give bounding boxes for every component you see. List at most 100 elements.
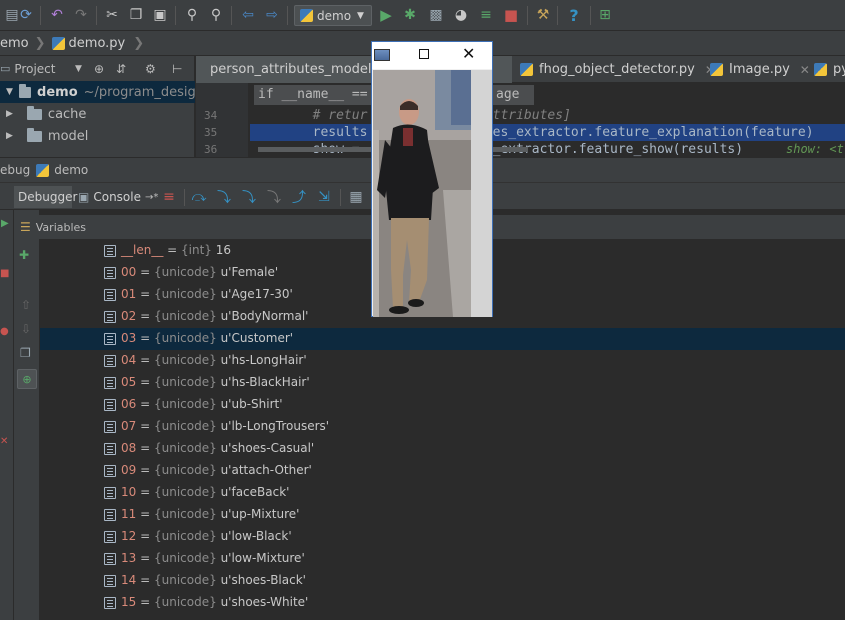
move-up-icon[interactable]: ⇧ — [21, 298, 31, 312]
variable-row[interactable]: 11 = {unicode} u'up-Mixture' — [40, 504, 845, 526]
mute-breakpoints-icon[interactable]: ✕ — [0, 436, 8, 447]
tab-console[interactable]: ▣ Console →* — [78, 186, 158, 208]
variable-row[interactable]: 06 = {unicode} u'ub-Shirt' — [40, 394, 845, 416]
variable-type: {unicode} — [153, 353, 217, 367]
toolbar-separator — [557, 6, 558, 25]
variable-row[interactable]: 05 = {unicode} u'hs-BlackHair' — [40, 372, 845, 394]
step-into-icon[interactable]: ⤵ — [215, 188, 233, 206]
variable-row[interactable]: 10 = {unicode} u'faceBack' — [40, 482, 845, 504]
force-step-into-icon[interactable]: ⤵ — [265, 188, 283, 206]
variable-row[interactable]: 09 = {unicode} u'attach-Other' — [40, 460, 845, 482]
image-preview-window[interactable]: ✕ — [371, 41, 493, 317]
step-over-icon[interactable]: ⤼ — [190, 188, 208, 206]
hide-panel-icon[interactable]: ⊢ — [172, 62, 182, 76]
toolbar-separator — [40, 6, 41, 25]
stop-icon[interactable]: ■ — [502, 6, 520, 24]
variable-value: u'Female' — [220, 265, 279, 279]
equals-sign: = — [136, 265, 154, 279]
variable-name: 04 — [121, 353, 137, 367]
variable-value: u'up-Mixture' — [220, 507, 300, 521]
concurrency-icon[interactable]: ≡ — [477, 6, 495, 24]
tree-item-cache[interactable]: ▶ cache — [0, 103, 195, 125]
breadcrumb-file[interactable]: demo.py — [69, 36, 126, 51]
show-watches-icon[interactable]: ⊕ — [17, 369, 37, 389]
copy-icon[interactable]: ❐ — [127, 6, 145, 24]
variable-row[interactable]: 07 = {unicode} u'lb-LongTrousers' — [40, 416, 845, 438]
new-watch-icon[interactable]: ✚ — [19, 248, 29, 262]
variable-row[interactable]: 04 = {unicode} u'hs-LongHair' — [40, 350, 845, 372]
view-breakpoints-icon[interactable]: ● — [0, 326, 9, 337]
chevron-down-icon[interactable]: ▼ — [75, 64, 82, 74]
evaluate-expression-icon[interactable]: ▦ — [347, 188, 365, 206]
run-icon[interactable]: ▶ — [377, 6, 395, 24]
debug-icon[interactable]: ✱ — [401, 6, 419, 24]
close-icon[interactable]: ✕ — [462, 44, 475, 63]
redo-icon[interactable]: ↷ — [72, 6, 90, 24]
undo-icon[interactable]: ↶ — [48, 6, 66, 24]
gear-icon[interactable]: ⚙ — [145, 62, 156, 76]
replace-icon[interactable]: ⚲ — [207, 6, 225, 24]
paste-icon[interactable]: ▣ — [151, 6, 169, 24]
python-file-icon — [520, 63, 533, 76]
profile-icon[interactable]: ◕ — [452, 6, 470, 24]
variable-row[interactable]: 14 = {unicode} u'shoes-Black' — [40, 570, 845, 592]
variable-name: 11 — [121, 507, 137, 521]
variable-icon — [104, 245, 116, 257]
resume-icon[interactable]: ▶ — [1, 218, 9, 229]
tab-image[interactable]: Image.py ✕ — [702, 56, 810, 83]
code-editor[interactable]: 34 35 36 if __name__ == age # retur l_at… — [196, 83, 845, 157]
step-into-my-code-icon[interactable]: ⤵ — [240, 188, 258, 206]
find-icon[interactable]: ⚲ — [183, 6, 201, 24]
variable-name: 14 — [121, 573, 137, 587]
show-execution-point-icon[interactable]: ≡ — [160, 188, 178, 206]
cut-icon[interactable]: ✂ — [103, 6, 121, 24]
debug-config-name: demo — [54, 163, 89, 177]
maximize-icon[interactable] — [419, 49, 429, 59]
variable-row[interactable]: 03 = {unicode} u'Customer' — [40, 328, 845, 350]
copy-icon[interactable]: ❐ — [20, 346, 31, 360]
chevron-right-icon[interactable]: ▶ — [6, 131, 13, 141]
variable-type: {unicode} — [153, 397, 217, 411]
variables-side-toolbar: ✚ ⇧ ⇩ ❐ ⊕ — [14, 210, 40, 620]
forward-icon[interactable]: ⇨ — [263, 6, 281, 24]
variable-icon — [104, 553, 116, 565]
step-out-icon[interactable]: ⤴ — [290, 188, 308, 206]
chevron-right-icon[interactable]: ▶ — [6, 109, 13, 119]
run-configuration-select[interactable]: demo ▼ — [294, 5, 372, 26]
move-down-icon[interactable]: ⇩ — [21, 322, 31, 336]
tab-debugger[interactable]: Debugger — [14, 186, 77, 208]
tab-fhog-object-detector[interactable]: fhog_object_detector.py ✕ — [512, 56, 715, 83]
variable-type: {unicode} — [153, 573, 217, 587]
help-icon[interactable]: ? — [565, 6, 583, 25]
vcs-icon[interactable]: ⊞ — [596, 6, 614, 24]
variable-value: u'shoes-Casual' — [220, 441, 315, 455]
stop-icon[interactable]: ■ — [0, 268, 9, 279]
settings-icon[interactable]: ⚒ — [534, 6, 552, 24]
variable-row[interactable]: 08 = {unicode} u'shoes-Casual' — [40, 438, 845, 460]
run-to-cursor-icon[interactable]: ⇲ — [315, 188, 333, 206]
toolbar-separator — [527, 6, 528, 25]
code-line-selected: results butes_extractor.feature_explanat… — [250, 124, 845, 141]
scroll-from-source-icon[interactable]: ⊕ — [94, 62, 104, 76]
run-with-coverage-icon[interactable]: ▩ — [427, 6, 445, 24]
project-root-path: ~/program_design/te — [83, 84, 195, 100]
equals-sign: = — [136, 463, 154, 477]
tab-debugger-label: Debugger — [18, 190, 78, 204]
chevron-down-icon[interactable]: ▼ — [6, 87, 13, 97]
variable-type: {unicode} — [153, 507, 217, 521]
project-panel-title[interactable]: Project — [14, 62, 55, 76]
variable-row[interactable]: 12 = {unicode} u'low-Black' — [40, 526, 845, 548]
synchronize-icon[interactable]: ⟳ — [17, 6, 35, 24]
variable-row[interactable]: 15 = {unicode} u'shoes-White' — [40, 592, 845, 614]
back-icon[interactable]: ⇦ — [239, 6, 257, 24]
window-app-icon — [374, 49, 390, 61]
tree-item-model[interactable]: ▶ model — [0, 125, 195, 147]
variable-type: {int} — [181, 243, 212, 257]
tree-root-row[interactable]: ▼ demo ~/program_design/te — [0, 81, 195, 103]
variable-row[interactable]: 13 = {unicode} u'low-Mixture' — [40, 548, 845, 570]
tab-more[interactable]: py — [806, 56, 845, 83]
context-hint-text: if __name__ == — [258, 87, 368, 102]
equals-sign: = — [136, 419, 154, 433]
collapse-all-icon[interactable]: ⇵ — [116, 62, 126, 76]
breadcrumb-project[interactable]: emo — [0, 36, 29, 51]
